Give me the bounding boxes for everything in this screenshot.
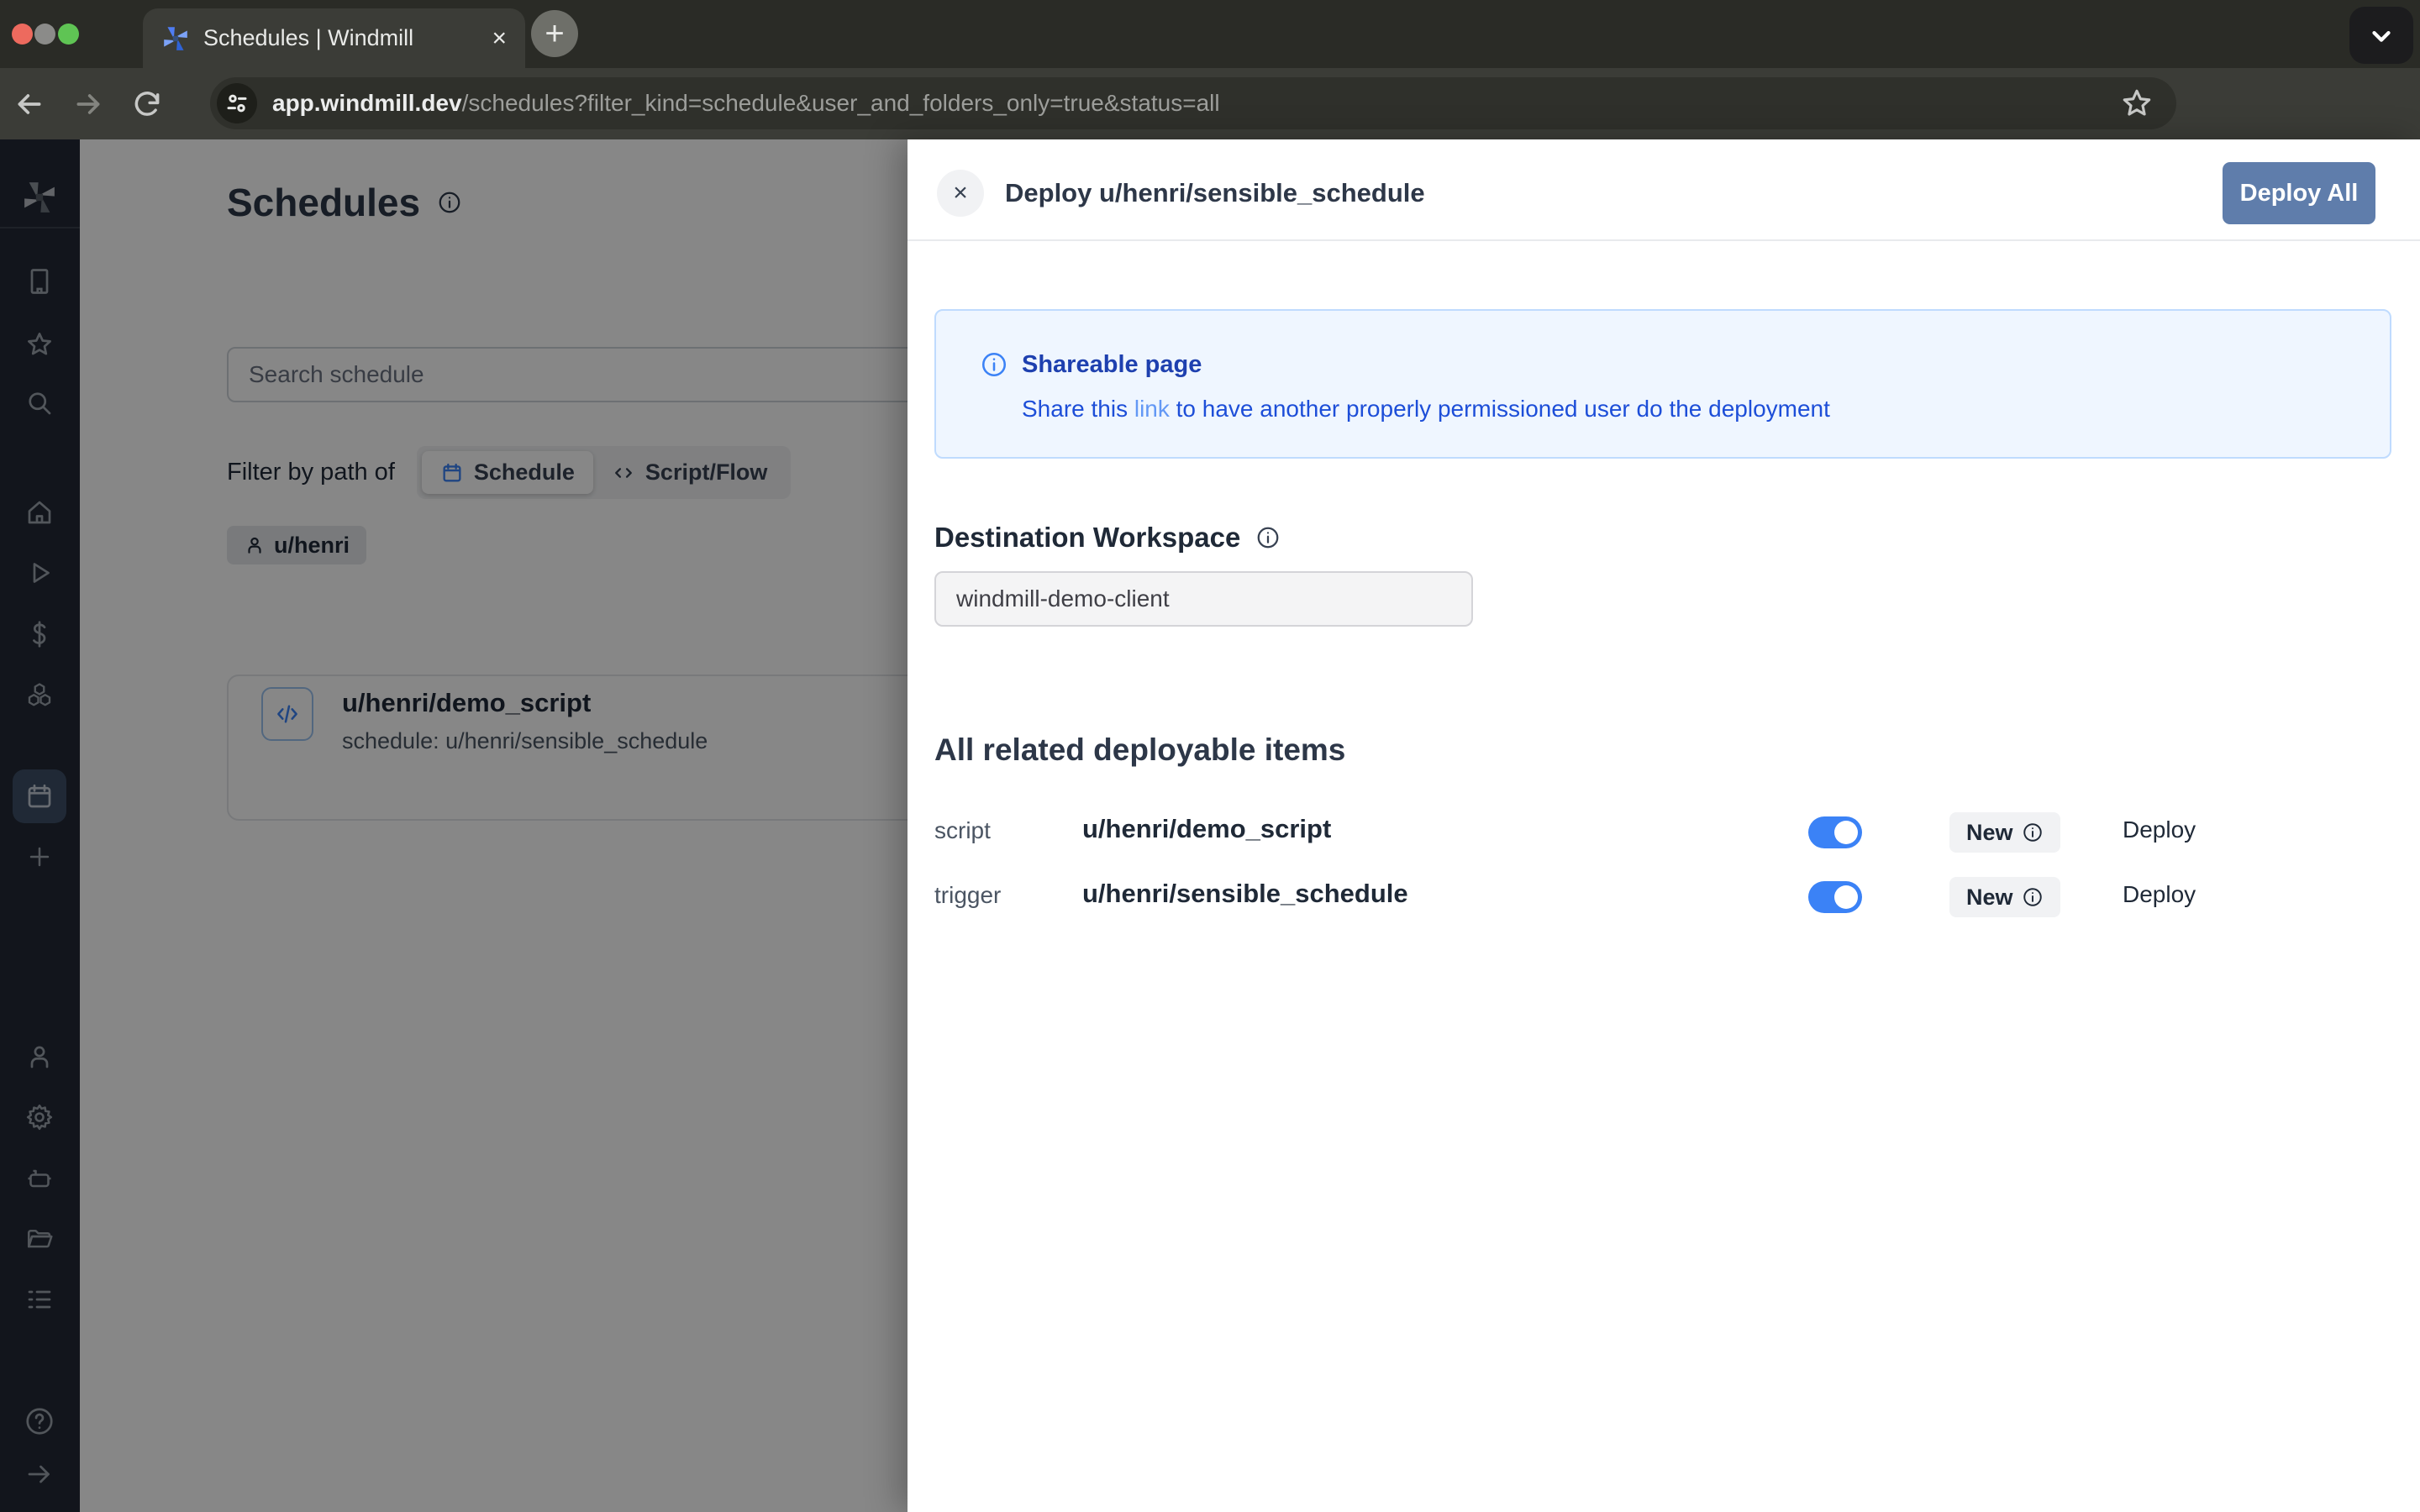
sidebar-item-workspace[interactable] bbox=[13, 255, 66, 308]
info-icon[interactable] bbox=[1255, 525, 1281, 550]
folder-icon bbox=[24, 1224, 55, 1254]
code-icon bbox=[612, 461, 635, 485]
infobox-title: Shareable page bbox=[1022, 351, 1202, 379]
url-bar[interactable]: app.windmill.dev/schedules?filter_kind=s… bbox=[210, 77, 2176, 129]
schedules-page: Schedules Filter by path of Schedule Scr… bbox=[80, 139, 908, 1512]
sidebar-item-help[interactable] bbox=[13, 1394, 66, 1448]
gear-icon bbox=[24, 1102, 55, 1132]
arrow-right-icon bbox=[24, 1459, 55, 1489]
item-kind: trigger bbox=[934, 882, 1001, 909]
card-title: u/henri/demo_script bbox=[342, 688, 591, 718]
item-path: u/henri/demo_script bbox=[1082, 814, 1331, 844]
card-subtitle: schedule: u/henri/sensible_schedule bbox=[342, 728, 708, 754]
sidebar-expand-arrow[interactable] bbox=[13, 1447, 66, 1501]
sidebar-item-favorites[interactable] bbox=[13, 318, 66, 371]
deploy-item-link[interactable]: Deploy bbox=[2123, 816, 2196, 843]
share-link[interactable]: link bbox=[1134, 396, 1170, 422]
chevron-down-icon bbox=[2367, 21, 2396, 50]
new-status-badge: New bbox=[1949, 812, 2060, 853]
new-status-badge: New bbox=[1949, 877, 2060, 917]
back-button[interactable] bbox=[0, 87, 59, 121]
filter-label: Filter by path of bbox=[227, 459, 395, 486]
info-icon bbox=[980, 350, 1008, 379]
sidebar-item-workers[interactable] bbox=[13, 1152, 66, 1205]
app-sidebar bbox=[0, 139, 80, 1512]
site-settings-icon[interactable] bbox=[217, 83, 257, 123]
robot-icon bbox=[24, 1163, 55, 1194]
item-kind: script bbox=[934, 817, 991, 844]
page-title: Schedules bbox=[227, 180, 462, 225]
sidebar-item-home[interactable] bbox=[13, 486, 66, 539]
tab-close-icon[interactable]: × bbox=[492, 26, 507, 51]
list-icon bbox=[24, 1284, 55, 1315]
forward-button[interactable] bbox=[59, 87, 118, 121]
tab-search-button[interactable] bbox=[2349, 7, 2413, 64]
deployable-item-row: trigger u/henri/sensible_schedule New De… bbox=[934, 870, 2296, 924]
destination-workspace-input[interactable] bbox=[934, 571, 1473, 627]
search-schedule-input[interactable] bbox=[227, 347, 908, 402]
zoom-window-button[interactable] bbox=[58, 24, 79, 45]
deployable-item-row: script u/henri/demo_script New Deploy bbox=[934, 806, 2296, 859]
drawer-header-divider bbox=[908, 239, 2420, 241]
sidebar-divider bbox=[0, 227, 80, 228]
path-filter-chip[interactable]: u/henri bbox=[227, 526, 366, 564]
tab-title: Schedules | Windmill bbox=[203, 25, 478, 51]
bookmark-star-icon[interactable] bbox=[2119, 86, 2154, 121]
item-path: u/henri/sensible_schedule bbox=[1082, 879, 1408, 909]
reload-button[interactable] bbox=[118, 88, 176, 120]
sidebar-item-folders[interactable] bbox=[13, 1212, 66, 1266]
calendar-icon bbox=[24, 781, 55, 811]
deploy-item-link[interactable]: Deploy bbox=[2123, 881, 2196, 908]
windmill-logo-icon[interactable] bbox=[13, 171, 66, 224]
info-icon[interactable] bbox=[2022, 886, 2044, 908]
filter-option-schedule[interactable]: Schedule bbox=[422, 451, 593, 494]
sidebar-item-runs[interactable] bbox=[13, 546, 66, 600]
sidebar-item-resources[interactable] bbox=[13, 669, 66, 722]
shareable-page-infobox: Shareable page Share this link to have a… bbox=[934, 309, 2391, 459]
infobox-body: Share this link to have another properly… bbox=[1022, 396, 1830, 423]
help-icon bbox=[24, 1405, 55, 1437]
item-enabled-toggle[interactable] bbox=[1808, 881, 1862, 913]
drawer-close-button[interactable]: × bbox=[937, 170, 984, 217]
filter-option-script-flow[interactable]: Script/Flow bbox=[593, 451, 786, 494]
windmill-app-window: Schedules | Windmill × + bbox=[0, 0, 2420, 1512]
schedule-card[interactable]: u/henri/demo_script schedule: u/henri/se… bbox=[227, 675, 908, 821]
destination-workspace-label: Destination Workspace bbox=[934, 522, 1281, 554]
item-enabled-toggle[interactable] bbox=[1808, 816, 1862, 848]
sidebar-item-logs[interactable] bbox=[13, 1273, 66, 1326]
browser-tab[interactable]: Schedules | Windmill × bbox=[143, 8, 525, 68]
minimize-window-button[interactable] bbox=[34, 24, 55, 45]
new-tab-button[interactable]: + bbox=[531, 10, 578, 57]
toggle-knob bbox=[1834, 885, 1858, 909]
sidebar-item-settings[interactable] bbox=[13, 1090, 66, 1144]
deploy-drawer: × Deploy u/henri/sensible_schedule Deplo… bbox=[908, 139, 2420, 1512]
filter-kind-toggle-group: Schedule Script/Flow bbox=[417, 446, 792, 499]
windmill-favicon-icon bbox=[161, 24, 190, 53]
info-icon[interactable] bbox=[2022, 822, 2044, 843]
close-window-button[interactable] bbox=[12, 24, 33, 45]
url-text: app.windmill.dev/schedules?filter_kind=s… bbox=[272, 90, 1220, 117]
deployable-items-heading: All related deployable items bbox=[934, 732, 1345, 768]
toggle-knob bbox=[1834, 821, 1858, 844]
browser-chrome: Schedules | Windmill × + bbox=[0, 0, 2420, 139]
sidebar-item-users[interactable] bbox=[13, 1030, 66, 1084]
sidebar-item-add[interactable] bbox=[13, 830, 66, 884]
deploy-all-button[interactable]: Deploy All bbox=[2223, 162, 2375, 224]
info-icon[interactable] bbox=[437, 190, 462, 215]
drawer-title: Deploy u/henri/sensible_schedule bbox=[1005, 178, 1425, 208]
filter-row: Filter by path of Schedule Script/Flow bbox=[227, 446, 791, 499]
sidebar-item-variables[interactable] bbox=[13, 607, 66, 661]
user-icon bbox=[244, 534, 266, 556]
sidebar-item-schedules[interactable] bbox=[13, 769, 66, 823]
browser-toolbar: app.windmill.dev/schedules?filter_kind=s… bbox=[0, 68, 2420, 139]
tab-strip: Schedules | Windmill × + bbox=[0, 0, 2420, 68]
sidebar-item-search[interactable] bbox=[13, 376, 66, 430]
script-code-icon bbox=[261, 687, 313, 741]
calendar-icon bbox=[440, 461, 464, 485]
